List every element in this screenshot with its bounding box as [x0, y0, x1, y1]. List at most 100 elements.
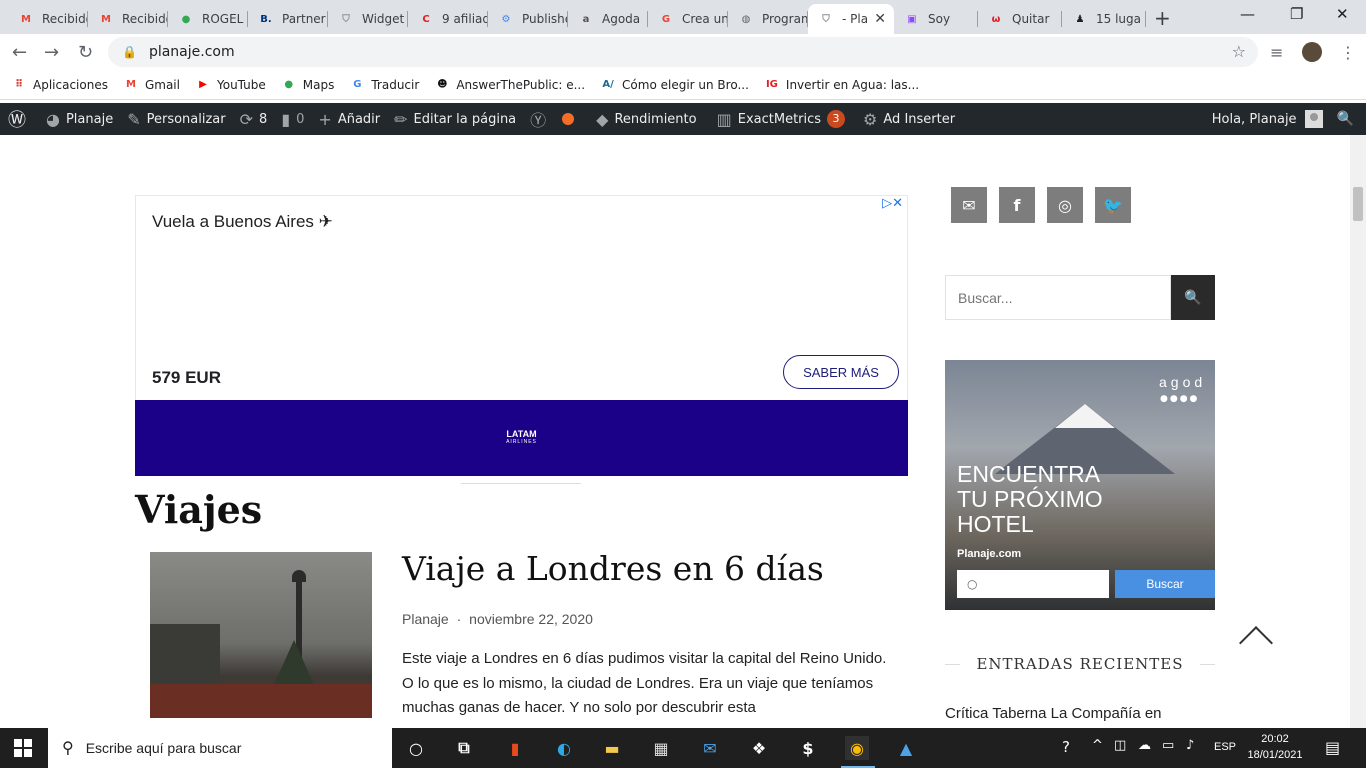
recent-post-link[interactable]: Crítica Taberna La Compañía en — [945, 705, 1162, 722]
search-icon[interactable]: 🔍 — [1337, 111, 1354, 127]
agoda-destination-input[interactable]: ○ — [957, 570, 1109, 598]
edge-icon[interactable]: ◐ — [552, 736, 576, 760]
profile-avatar[interactable] — [1302, 42, 1322, 62]
tab-8[interactable]: a Agoda — [568, 4, 648, 34]
windows-start-icon[interactable] — [14, 739, 32, 757]
post-thumbnail[interactable] — [150, 552, 372, 718]
windows-taskbar: ⚲ Escribe aquí para buscar ○ ⧉ ▮ ◐ ▬ ▦ ✉… — [0, 728, 1366, 768]
maximize-icon[interactable]: ❐ — [1290, 5, 1303, 23]
page-scrollbar[interactable] — [1350, 135, 1366, 728]
bookmark-5[interactable]: G Traducir — [350, 78, 419, 92]
wp-customize[interactable]: ✎ Personalizar — [127, 110, 225, 129]
wp-exactmetrics[interactable]: ▥ ExactMetrics 3 — [717, 110, 846, 129]
tab-1[interactable]: M Recibido — [8, 4, 88, 34]
tab-4[interactable]: B. Partner — [248, 4, 328, 34]
facebook-icon: f — [1013, 195, 1021, 215]
facebook-button[interactable]: f — [999, 187, 1035, 223]
wp-add-new[interactable]: + Añadir — [318, 110, 380, 129]
chrome-icon[interactable]: ◉ — [845, 736, 869, 760]
cortana-icon[interactable]: ○ — [404, 736, 428, 760]
office-icon[interactable]: ▮ — [503, 736, 527, 760]
bookmark-star-icon[interactable]: ☆ — [1232, 42, 1246, 61]
bookmark-8[interactable]: IG Invertir en Agua: las... — [765, 78, 919, 92]
back-to-top-chevron-icon[interactable] — [1239, 626, 1273, 660]
reload-icon[interactable]: ↻ — [78, 42, 93, 63]
bookmark-3[interactable]: ▶ YouTube — [196, 78, 266, 92]
media-queue-icon[interactable]: ≡ — [1270, 43, 1283, 62]
wp-comments[interactable]: ▮ 0 — [281, 110, 304, 129]
battery-icon[interactable]: ▭ — [1162, 738, 1174, 753]
wordpress-logo-icon[interactable]: Ⓦ — [8, 106, 32, 132]
back-arrow-icon[interactable]: ← — [12, 42, 27, 63]
file-explorer-icon[interactable]: ▬ — [600, 736, 624, 760]
tray-chevron-icon[interactable]: ^ — [1092, 738, 1103, 753]
ad-brand-banner[interactable]: LATAM AIRLINES — [135, 400, 908, 476]
wp-account[interactable]: Hola, Planaje 🔍 — [1212, 103, 1354, 135]
window-close-icon[interactable]: ✕ — [1336, 5, 1349, 23]
tab-5[interactable]: ⛉ Widget — [328, 4, 408, 34]
task-view-icon[interactable]: ⧉ — [452, 736, 476, 760]
bookmark-1[interactable]: ⠿ Aplicaciones — [12, 78, 108, 92]
twitter-button[interactable]: 🐦 — [1095, 187, 1131, 223]
close-icon[interactable]: ✕ — [874, 11, 886, 27]
display-ad[interactable]: Vuela a Buenos Aires ✈ ▷✕ 579 EUR SABER … — [135, 195, 908, 476]
tab-6[interactable]: C 9 afiliad — [408, 4, 488, 34]
wp-performance[interactable]: ◆ Rendimiento — [596, 110, 696, 129]
url-text[interactable]: planaje.com — [149, 44, 235, 60]
bookmark-6[interactable]: ☻ AnswerThePublic: e... — [435, 78, 585, 92]
bookmark-4[interactable]: ● Maps — [282, 78, 334, 92]
tab-9[interactable]: G Crea un — [648, 4, 728, 34]
notification-center-icon[interactable]: ▤ — [1325, 738, 1340, 757]
post-title-link[interactable]: Viaje a Londres en 6 días — [402, 549, 824, 588]
gmail-icon: M — [101, 13, 111, 25]
wp-updates[interactable]: ⟳ 8 — [240, 110, 268, 129]
search-input[interactable] — [958, 289, 1158, 306]
agoda-search-button[interactable]: Buscar — [1115, 570, 1215, 598]
volume-icon[interactable]: ♪ — [1186, 738, 1194, 753]
wp-yoast[interactable]: Ⓨ — [530, 107, 575, 131]
wp-ad-inserter[interactable]: ⚙ Ad Inserter — [863, 110, 955, 129]
email-button[interactable]: ✉ — [951, 187, 987, 223]
browser-tab-strip: M Recibido M Recibido ● ROGEL B. Partner ⛉ Widget… — [0, 0, 1366, 34]
cloud-icon[interactable]: ☁ — [1138, 738, 1151, 753]
scrollbar-thumb[interactable] — [1353, 187, 1363, 221]
tab-label: Recibido — [42, 12, 88, 26]
photos-icon[interactable]: ▲ — [894, 736, 918, 760]
minimize-icon[interactable]: — — [1240, 5, 1255, 23]
new-tab-plus-icon[interactable]: + — [1154, 6, 1171, 30]
forward-arrow-icon[interactable]: → — [44, 42, 59, 63]
taskbar-search[interactable]: ⚲ Escribe aquí para buscar — [48, 728, 392, 768]
bookmark-7[interactable]: A/Cómo elegir un Bro... — [601, 78, 749, 92]
kebab-menu-icon[interactable]: ⋮ — [1340, 43, 1356, 62]
wp-edit-page[interactable]: ✏ Editar la página — [394, 110, 516, 129]
tab-10[interactable]: ◍ Program — [728, 4, 808, 34]
mail-icon[interactable]: ✉ — [698, 736, 722, 760]
post-date-link[interactable]: noviembre 22, 2020 — [469, 611, 593, 627]
tab-12[interactable]: ▣ Soy — [894, 4, 978, 34]
agoda-widget: agod ●●●● ENCUENTRA TU PRÓXIMO HOTEL Pla… — [945, 360, 1215, 610]
help-icon[interactable]: ? — [1062, 738, 1070, 756]
search-field[interactable] — [945, 275, 1171, 320]
tray-app-icon[interactable]: ◫ — [1114, 738, 1126, 753]
wp-site-name[interactable]: ◕ Planaje — [46, 110, 113, 129]
ad-cta-button[interactable]: SABER MÁS — [783, 355, 899, 389]
tab-13[interactable]: ω Quitar — [978, 4, 1062, 34]
lock-icon[interactable]: 🔒 — [122, 45, 137, 59]
adchoices-icon[interactable]: ▷✕ — [882, 196, 903, 211]
tab-7[interactable]: ⚙ Publishe — [488, 4, 568, 34]
bookmark-2[interactable]: M Gmail — [124, 78, 180, 92]
tab-14[interactable]: ♟ 15 luga — [1062, 4, 1146, 34]
language-indicator[interactable]: ESP — [1214, 741, 1236, 753]
tab-2[interactable]: M Recibido — [88, 4, 168, 34]
app-s-icon[interactable]: $ — [796, 736, 820, 760]
ad-headline[interactable]: Vuela a Buenos Aires ✈ — [152, 212, 333, 232]
system-clock[interactable]: 20:02 18/01/2021 — [1246, 731, 1304, 763]
tab-3[interactable]: ● ROGEL — [168, 4, 248, 34]
dropbox-icon[interactable]: ❖ — [747, 736, 771, 760]
tab-11[interactable]: ⛉ - Pla ✕ — [808, 4, 894, 34]
store-icon[interactable]: ▦ — [649, 736, 673, 760]
post-author-link[interactable]: Planaje — [402, 611, 449, 627]
omnibox[interactable]: 🔒 planaje.com ☆ — [108, 37, 1258, 67]
instagram-button[interactable]: ◎ — [1047, 187, 1083, 223]
search-submit-button[interactable]: 🔍 — [1171, 275, 1215, 320]
